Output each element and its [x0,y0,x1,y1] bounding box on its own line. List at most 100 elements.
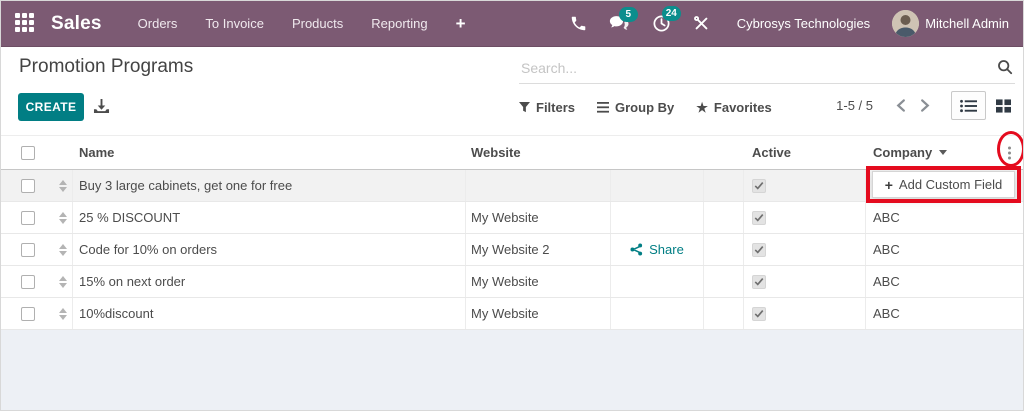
filter-icon [519,101,530,112]
spacer-cell [704,170,744,201]
favorites-button[interactable]: ★ Favorites [696,100,771,115]
table-row[interactable]: Buy 3 large cabinets, get one for free [1,170,1023,202]
kanban-view-button[interactable] [986,91,1021,120]
view-switcher [951,91,1021,120]
drag-handle-icon[interactable] [53,298,73,329]
company-cell: ABC [873,306,900,321]
page-title: Promotion Programs [19,56,194,77]
promotion-name-cell: 25 % DISCOUNT [73,202,466,233]
active-checkbox [752,178,766,193]
share-icon [630,243,643,256]
active-checkbox [752,274,766,289]
active-checkbox [752,242,766,257]
favorites-icon: ★ [696,99,708,115]
share-button[interactable]: Share [630,242,684,257]
spacer-cell [704,234,744,265]
website-cell: My Website [466,298,611,329]
sort-desc-icon [939,150,948,155]
search-box [519,55,1015,84]
user-name: Mitchell Admin [925,16,1009,31]
main-menu: Orders To Invoice Products Reporting + [124,1,480,46]
header-active[interactable]: Active [744,136,866,169]
column-options-icon[interactable] [1006,142,1013,163]
share-cell: Share [611,234,704,265]
row-checkbox[interactable] [1,234,53,265]
active-cell [744,170,866,201]
nav-item-orders[interactable]: Orders [124,1,192,47]
pager-prev-icon[interactable] [889,95,913,116]
add-custom-field-menu-item[interactable]: + Add Custom Field [872,171,1015,198]
row-checkbox[interactable] [1,170,53,201]
spacer-cell [704,298,744,329]
active-cell [744,234,866,265]
nav-item-reporting[interactable]: Reporting [357,1,441,47]
table-row[interactable]: 25 % DISCOUNT My Website ABC [1,202,1023,234]
table-row[interactable]: 10%discount My Website ABC [1,298,1023,330]
nav-item-to-invoice[interactable]: To Invoice [191,1,278,47]
drag-handle-icon[interactable] [53,202,73,233]
spacer-cell [704,266,744,297]
website-cell: My Website [466,202,611,233]
download-icon[interactable] [93,98,110,119]
checkmark-icon [754,310,764,318]
share-cell [611,202,704,233]
top-navbar: Sales Orders To Invoice Products Reporti… [1,1,1023,47]
group-by-icon [597,101,610,113]
drag-handle-icon[interactable] [53,266,73,297]
checkmark-icon [754,246,764,254]
select-all-checkbox[interactable] [1,136,53,169]
promotion-name-cell: 15% on next order [73,266,466,297]
list-view-icon [960,99,977,112]
promotion-name-cell: Buy 3 large cabinets, get one for free [73,170,466,201]
share-cell [611,170,704,201]
odoo-window: Sales Orders To Invoice Products Reporti… [0,0,1024,411]
list-footer-area [1,330,1023,410]
company-cell: ABC [873,210,900,225]
plus-icon: + [884,176,893,193]
group-by-button[interactable]: Group By [597,100,674,115]
drag-handle-icon[interactable] [53,234,73,265]
promotion-name-cell: 10%discount [73,298,466,329]
navbar-systray: 5 24 Cybrosys Technologies Mitchell Admi… [559,6,1009,37]
website-cell: My Website 2 [466,234,611,265]
search-input[interactable] [519,55,1015,84]
website-cell [466,170,611,201]
tools-icon[interactable] [693,15,710,32]
pager-range: 1-5 / 5 [836,98,873,113]
create-button[interactable]: CREATE [18,93,84,121]
plus-menu-icon[interactable]: + [442,14,480,34]
search-options-bar: Filters Group By ★ Favorites [519,93,772,121]
row-checkbox[interactable] [1,266,53,297]
spacer-cell [704,202,744,233]
header-website[interactable]: Website [466,136,611,169]
activity-badge: 24 [661,6,681,21]
website-cell: My Website [466,266,611,297]
checkmark-icon [754,214,764,222]
app-name[interactable]: Sales [51,13,102,35]
drag-handle-icon[interactable] [53,170,73,201]
message-badge: 5 [618,6,638,22]
table-row[interactable]: Code for 10% on orders My Website 2 Share A… [1,234,1023,266]
promotion-name-cell: Code for 10% on orders [73,234,466,265]
row-checkbox[interactable] [1,202,53,233]
company-cell: ABC [873,242,900,257]
header-company[interactable]: Company [866,136,1023,169]
row-checkbox[interactable] [1,298,53,329]
company-switcher[interactable]: Cybrosys Technologies [721,16,886,31]
list-view-button[interactable] [951,91,986,120]
filters-button[interactable]: Filters [519,100,575,115]
header-name[interactable]: Name [73,136,466,169]
chat-icon[interactable]: 5 [609,6,638,33]
table-body: Buy 3 large cabinets, get one for free 25… [1,170,1023,330]
pager-next-icon[interactable] [913,95,937,116]
table-row[interactable]: 15% on next order My Website ABC [1,266,1023,298]
apps-grid-icon[interactable] [15,12,37,35]
add-custom-field-label: Add Custom Field [898,177,1003,192]
active-checkbox [752,210,766,225]
activity-clock-icon[interactable]: 24 [652,6,681,33]
pager: 1-5 / 5 [836,91,1021,120]
active-cell [744,298,866,329]
nav-item-products[interactable]: Products [278,1,357,47]
user-menu[interactable]: Mitchell Admin [892,10,1009,37]
phone-icon[interactable] [570,15,587,32]
